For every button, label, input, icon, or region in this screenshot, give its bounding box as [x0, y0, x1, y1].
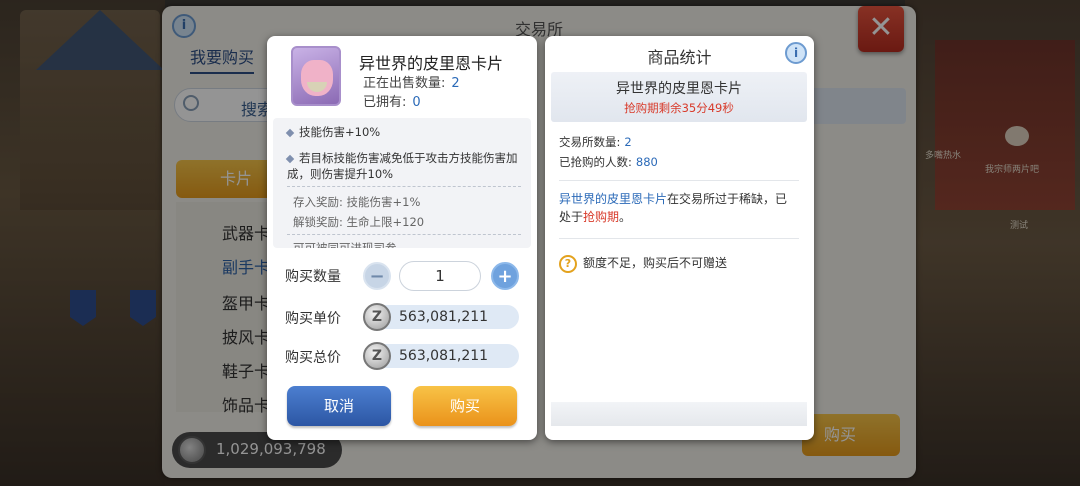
owned-label: 已拥有: — [363, 95, 407, 110]
owned-count: 已拥有: 0 — [363, 91, 421, 110]
message-period: 抢购期 — [583, 210, 620, 224]
desc-line: 技能伤害+10% — [285, 124, 523, 140]
bullet-icon — [285, 154, 295, 163]
divider — [287, 234, 521, 235]
zeny-coin-icon: Z — [363, 303, 391, 331]
buyers-count: 已抢购的人数: 880 — [559, 154, 658, 170]
cancel-button[interactable]: 取消 — [287, 386, 391, 426]
scarcity-message: 异世界的皮里恩卡片在交易所过于稀缺，已处于抢购期。 — [559, 190, 799, 226]
exchange-count: 交易所数量: 2 — [559, 134, 632, 150]
on-sale-count: 正在出售数量: 2 — [363, 72, 460, 91]
total-price-label: 购买总价 — [285, 350, 341, 366]
quantity-plus-button[interactable]: + — [491, 262, 519, 290]
quantity-minus-button[interactable]: − — [363, 262, 391, 290]
buy-button[interactable]: 购买 — [413, 386, 517, 426]
message-end: 。 — [619, 210, 632, 224]
divider — [559, 180, 799, 181]
quantity-input[interactable]: 1 — [399, 261, 481, 291]
quantity-label: 购买数量 — [285, 269, 341, 285]
stats-info-icon[interactable]: i — [785, 42, 807, 64]
item-name: 异世界的皮里恩卡片 — [359, 54, 504, 73]
modal-overlay — [0, 0, 1080, 486]
zeny-coin-icon: Z — [363, 342, 391, 370]
divider — [287, 186, 521, 187]
total-price-value: 563,081,211 — [371, 344, 519, 368]
exchange-count-value: 2 — [624, 135, 632, 149]
stats-footer — [551, 402, 807, 426]
item-description[interactable]: 技能伤害+10% 若目标技能伤害减免低于攻击方技能伤害加成，则伤害提升10% 存… — [273, 118, 531, 248]
deposit-reward: 存入奖励: 技能伤害+1% — [293, 195, 421, 209]
owned-value: 0 — [412, 95, 421, 110]
item-stats-panel: 商品统计 i 异世界的皮里恩卡片 抢购期剩余35分49秒 交易所数量: 2 已抢购… — [545, 36, 814, 440]
stats-title: 商品统计 — [647, 48, 712, 67]
desc-text: 若目标技能伤害减免低于攻击方技能伤害加成，则伤害提升10% — [287, 151, 518, 181]
stats-header: 异世界的皮里恩卡片 抢购期剩余35分49秒 — [551, 72, 807, 122]
divider — [559, 238, 799, 239]
desc-cutoff-text: 可可被同可进现司参 — [293, 241, 397, 248]
unlock-reward: 解锁奖励: 生命上限+120 — [293, 215, 425, 229]
exchange-count-label: 交易所数量: — [559, 135, 621, 149]
rush-timer: 抢购期剩余35分49秒 — [624, 101, 734, 115]
buyers-value: 880 — [635, 155, 658, 169]
purchase-dialog: 异世界的皮里恩卡片 正在出售数量: 2 已拥有: 0 技能伤害+10% 若目标技能伤… — [267, 36, 537, 440]
warning-text: 额度不足，购买后不可赠送 — [583, 256, 728, 270]
message-item-name: 异世界的皮里恩卡片 — [559, 192, 668, 206]
desc-line: 若目标技能伤害减免低于攻击方技能伤害加成，则伤害提升10% — [285, 150, 523, 182]
quota-warning: ? 额度不足，购买后不可赠送 — [559, 254, 727, 273]
desc-text: 技能伤害+10% — [299, 125, 381, 139]
on-sale-label: 正在出售数量: — [363, 76, 446, 91]
question-icon[interactable]: ? — [559, 254, 577, 273]
unit-price-label: 购买单价 — [285, 311, 341, 327]
on-sale-value: 2 — [451, 76, 460, 91]
card-thumbnail-icon — [291, 46, 341, 106]
stats-item-name: 异世界的皮里恩卡片 — [616, 81, 742, 97]
unit-price-value: 563,081,211 — [371, 305, 519, 329]
buyers-label: 已抢购的人数: — [559, 155, 632, 169]
bullet-icon — [285, 128, 295, 137]
